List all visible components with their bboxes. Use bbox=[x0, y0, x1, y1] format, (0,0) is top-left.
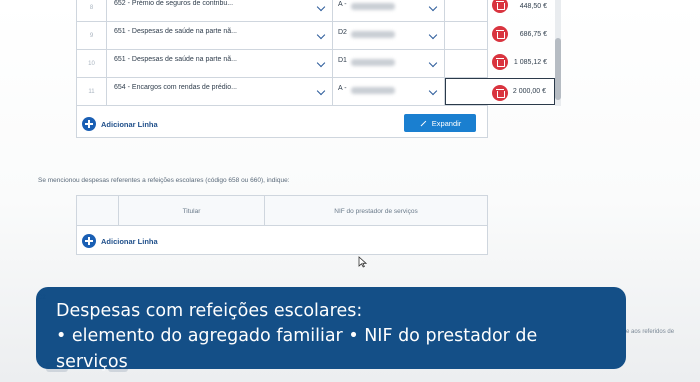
chevron-down-icon bbox=[428, 86, 438, 96]
code-text: 652 - Prémio de seguros de contribu... bbox=[114, 0, 234, 7]
table-header: Titular NIF do prestador de serviços bbox=[77, 196, 487, 226]
chevron-down-icon bbox=[316, 86, 326, 96]
chevron-down-icon bbox=[316, 30, 326, 40]
titular-select[interactable]: A - bbox=[333, 0, 445, 21]
plus-circle-icon bbox=[82, 117, 96, 131]
code-text: 651 - Despesas de saúde na parte nã... bbox=[114, 28, 237, 35]
redacted-nif bbox=[351, 3, 395, 10]
redacted-nif bbox=[351, 59, 395, 66]
expand-icon bbox=[419, 119, 427, 127]
add-line-label: Adicionar Linha bbox=[101, 236, 158, 246]
caption-detail: • elemento do agregado familiar • NIF do… bbox=[56, 326, 538, 372]
column-header-titular: Titular bbox=[119, 196, 265, 226]
chevron-down-icon bbox=[428, 2, 438, 12]
code-text: 651 - Despesas de saúde na parte nã... bbox=[114, 56, 237, 63]
table-row: 9 651 - Despesas de saúde na parte nã...… bbox=[77, 22, 547, 50]
background-text: e aos referidos de bbox=[626, 329, 675, 335]
mouse-cursor-icon bbox=[358, 256, 367, 268]
chevron-down-icon bbox=[428, 58, 438, 68]
subtitle-caption: Despesas com refeições escolares: • elem… bbox=[36, 287, 626, 372]
caption-title: Despesas com refeições escolares: bbox=[56, 301, 363, 321]
titular-select[interactable]: D2 bbox=[333, 22, 445, 49]
trash-icon[interactable] bbox=[492, 54, 508, 70]
row-number: 10 bbox=[77, 50, 107, 77]
trash-icon[interactable] bbox=[492, 26, 508, 42]
code-select[interactable]: 654 - Encargos com rendas de prédio... bbox=[107, 78, 333, 105]
row-number: 11 bbox=[77, 78, 107, 105]
code-select[interactable]: 652 - Prémio de seguros de contribu... bbox=[107, 0, 333, 21]
code-select[interactable]: 651 - Despesas de saúde na parte nã... bbox=[107, 50, 333, 77]
titular-text: D2 bbox=[338, 29, 347, 36]
chevron-down-icon bbox=[316, 2, 326, 12]
table-row: 8 652 - Prémio de seguros de contribu...… bbox=[77, 0, 547, 22]
titular-text: A - bbox=[338, 85, 347, 92]
table-scrollbar[interactable] bbox=[555, 0, 561, 106]
table-row: 11 654 - Encargos com rendas de prédio..… bbox=[77, 78, 555, 106]
redacted-nif bbox=[351, 87, 395, 94]
add-line-button[interactable]: Adicionar Linha bbox=[82, 117, 182, 131]
expand-button[interactable]: Expandir bbox=[404, 114, 476, 132]
row-number: 8 bbox=[77, 0, 107, 21]
chevron-down-icon bbox=[428, 30, 438, 40]
titular-text: D1 bbox=[338, 57, 347, 64]
code-select[interactable]: 651 - Despesas de saúde na parte nã... bbox=[107, 22, 333, 49]
titular-select[interactable]: D1 bbox=[333, 50, 445, 77]
redacted-nif bbox=[351, 31, 395, 38]
scrollbar-thumb[interactable] bbox=[555, 38, 561, 100]
expand-label: Expandir bbox=[431, 118, 462, 128]
titular-text: A - bbox=[338, 1, 347, 8]
column-header-nif: NIF do prestador de serviços bbox=[334, 207, 418, 215]
plus-circle-icon bbox=[82, 234, 96, 248]
code-text: 654 - Encargos com rendas de prédio... bbox=[114, 84, 237, 91]
trash-icon[interactable] bbox=[492, 85, 508, 101]
table-row: 10 651 - Despesas de saúde na parte nã..… bbox=[77, 50, 547, 78]
column-header-blank bbox=[77, 196, 119, 226]
row-number: 9 bbox=[77, 22, 107, 49]
add-line-button[interactable]: Adicionar Linha bbox=[82, 234, 182, 248]
chevron-down-icon bbox=[316, 58, 326, 68]
meals-instruction: Se mencionou despesas referentes a refei… bbox=[38, 177, 290, 184]
titular-select[interactable]: A - bbox=[333, 78, 445, 105]
add-line-label: Adicionar Linha bbox=[101, 119, 158, 129]
